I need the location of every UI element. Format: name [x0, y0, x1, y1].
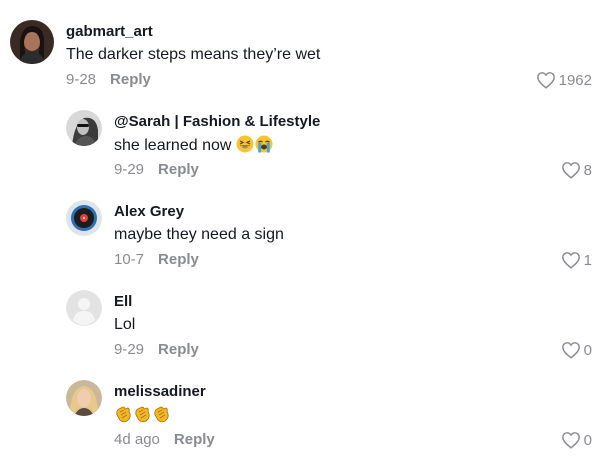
avatar[interactable]: [66, 110, 102, 146]
avatar[interactable]: [66, 380, 102, 416]
avatar[interactable]: [66, 290, 102, 326]
comment-date: 9-28: [66, 71, 97, 88]
comment-date: 4d ago: [114, 431, 160, 448]
comment-meta: 10-7 Reply: [114, 251, 199, 269]
comment-date: 10-7: [114, 251, 145, 268]
avatar[interactable]: [10, 20, 54, 64]
reply-button[interactable]: Reply: [174, 431, 215, 448]
reply-button[interactable]: Reply: [158, 161, 199, 178]
clapping-hands-emoji: [152, 405, 170, 423]
comment-username[interactable]: Alex Grey: [114, 203, 184, 221]
like-button[interactable]: 1962: [536, 71, 592, 89]
comment-username[interactable]: gabmart_art: [66, 23, 153, 41]
reply-button[interactable]: Reply: [110, 71, 151, 88]
comment-meta: 9-28 Reply: [66, 71, 151, 89]
heart-icon: [561, 251, 581, 269]
heart-icon: [561, 431, 581, 449]
comment-text: Lol: [114, 316, 136, 333]
comment-text: she learned now: [114, 135, 274, 156]
comment-username[interactable]: @Sarah | Fashion & Lifestyle: [114, 113, 320, 131]
like-count: 1962: [558, 71, 592, 89]
reply-button[interactable]: Reply: [158, 251, 199, 268]
comment-meta: 9-29 Reply: [114, 341, 199, 359]
comment-username[interactable]: melissadiner: [114, 383, 206, 401]
like-count: 1: [583, 251, 592, 269]
heart-icon: [561, 341, 581, 359]
comment-date: 9-29: [114, 341, 145, 358]
like-button[interactable]: 0: [561, 431, 592, 449]
loudly-crying-face-emoji: [255, 135, 273, 153]
comment-username[interactable]: Ell: [114, 293, 132, 311]
like-count: 0: [583, 341, 592, 359]
like-count: 0: [583, 431, 592, 449]
comment-date: 9-29: [114, 161, 145, 178]
like-button[interactable]: 0: [561, 341, 592, 359]
clapping-hands-emoji: [133, 405, 151, 423]
grinning-squinting-face-emoji: [236, 135, 254, 153]
comment-text: The darker steps means they’re wet: [66, 46, 321, 63]
like-count: 8: [583, 161, 592, 179]
like-button[interactable]: 1: [561, 251, 592, 269]
comment-text: maybe they need a sign: [114, 226, 284, 243]
like-button[interactable]: 8: [561, 161, 592, 179]
heart-icon: [536, 71, 556, 89]
comment-text-content: she learned now: [114, 137, 232, 154]
comment-text: [114, 405, 171, 426]
reply-button[interactable]: Reply: [158, 341, 199, 358]
clapping-hands-emoji: [114, 405, 132, 423]
comment-meta: 4d ago Reply: [114, 431, 215, 449]
comment-meta: 9-29 Reply: [114, 161, 199, 179]
heart-icon: [561, 161, 581, 179]
avatar[interactable]: [66, 200, 102, 236]
